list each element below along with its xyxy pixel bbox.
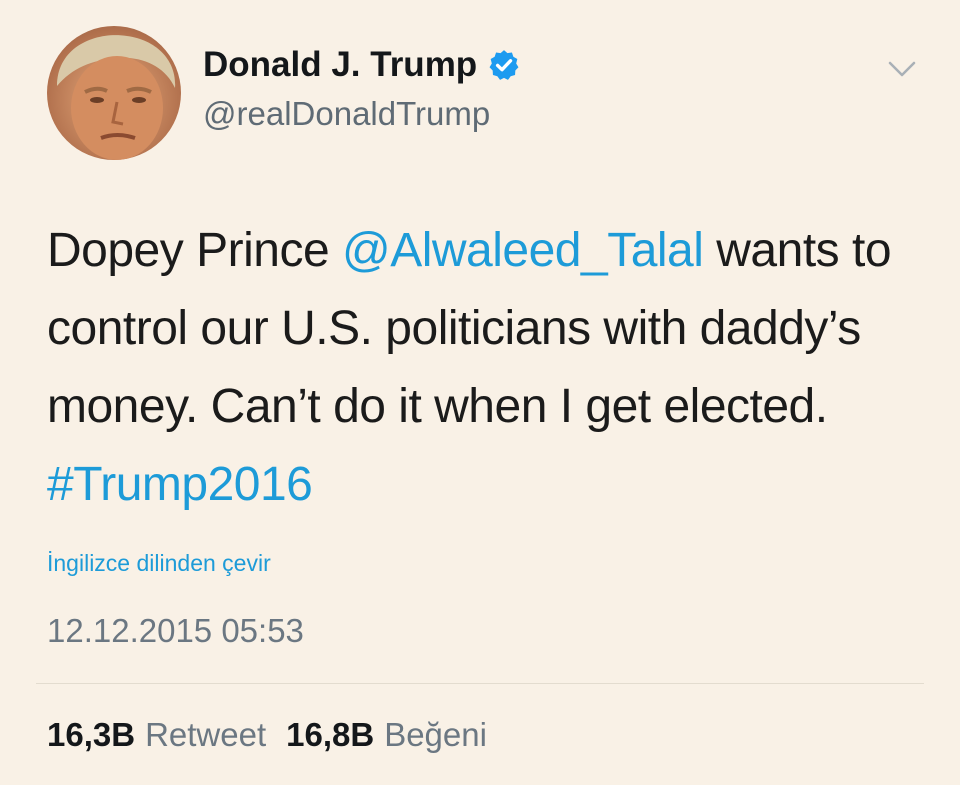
mention-link[interactable]: @Alwaleed_Talal [342,224,704,277]
avatar[interactable] [47,26,181,160]
engagement-stats: 16,3B Retweet 16,8B Beğeni [47,716,507,754]
author-handle[interactable]: @realDonaldTrump [203,95,490,133]
tweet-text-segment: Dopey Prince [47,224,342,277]
author-row: Donald J. Trump [203,45,521,85]
author-name[interactable]: Donald J. Trump [203,45,477,85]
like-label[interactable]: Beğeni [384,716,487,754]
like-count[interactable]: 16,8B [286,716,374,754]
timestamp[interactable]: 12.12.2015 05:53 [47,612,304,650]
hashtag-link[interactable]: #Trump2016 [47,458,313,511]
retweet-count[interactable]: 16,3B [47,716,135,754]
tweet-text: Dopey Prince @Alwaleed_Talal wants to co… [47,212,927,524]
verified-badge-icon [489,50,519,80]
divider [36,683,924,684]
translate-link[interactable]: İngilizce dilinden çevir [47,550,271,577]
chevron-down-icon[interactable] [885,54,919,84]
retweet-label[interactable]: Retweet [145,716,266,754]
